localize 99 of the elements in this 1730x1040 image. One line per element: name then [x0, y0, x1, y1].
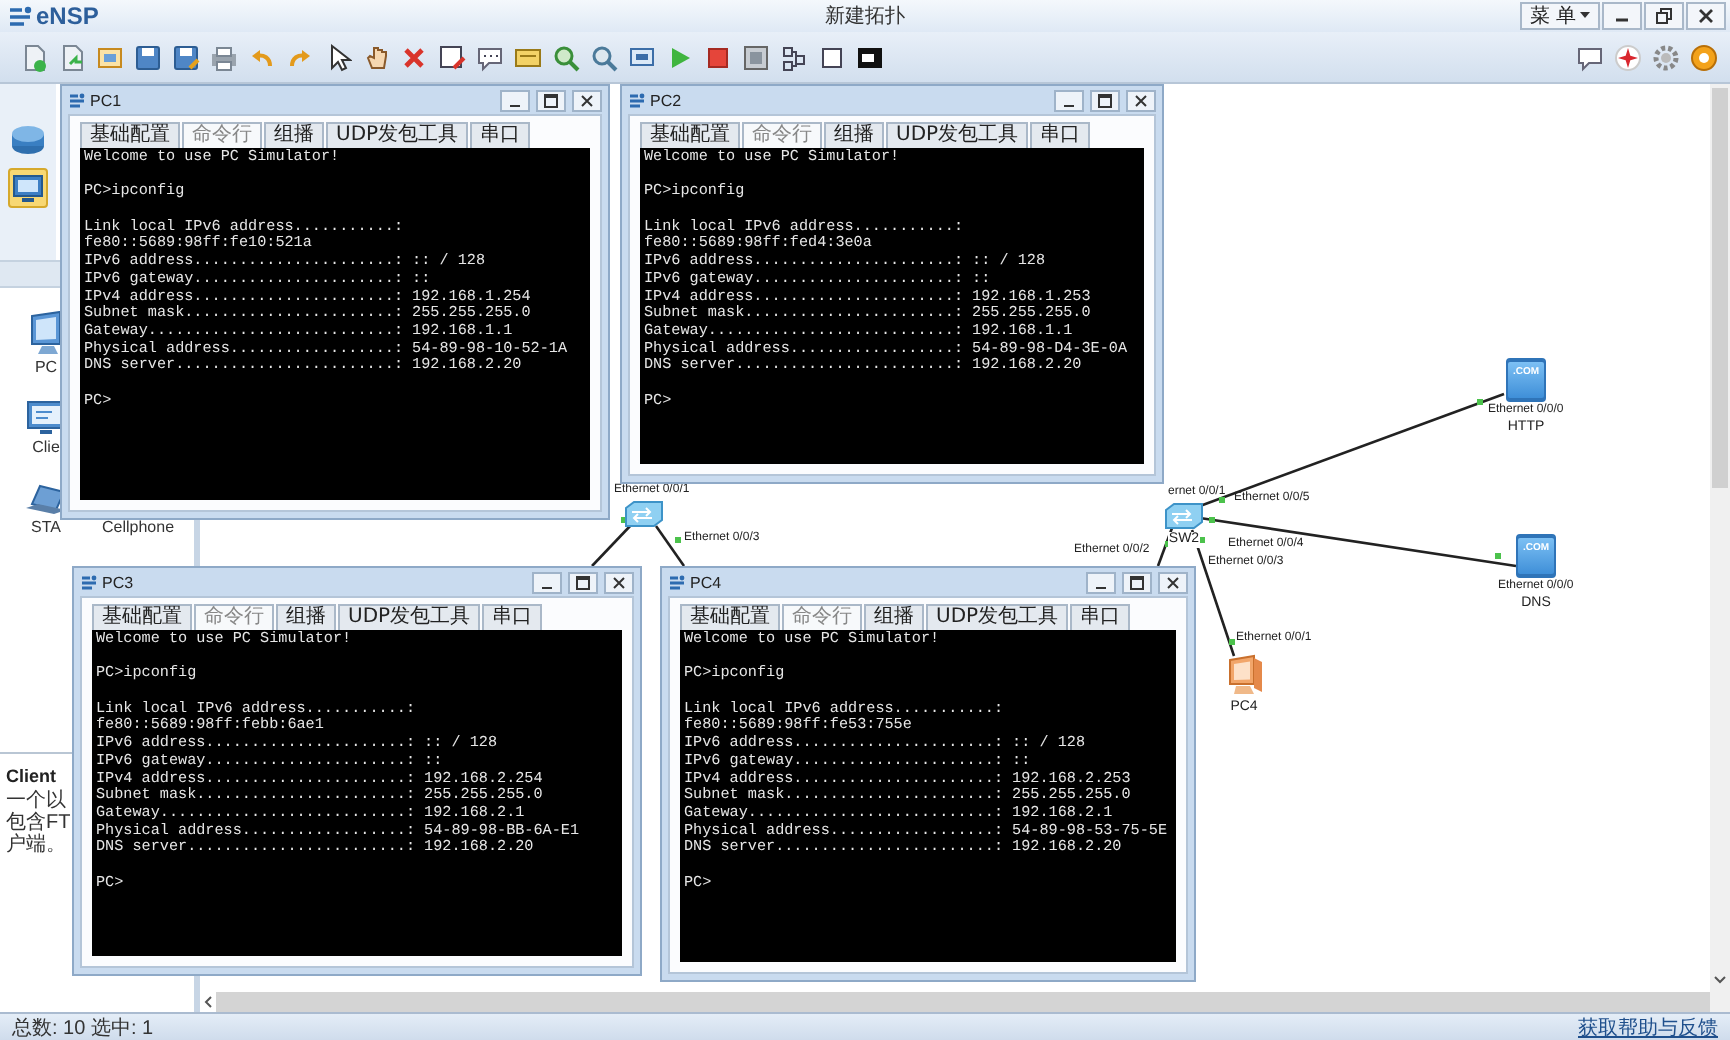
- terminal-icon[interactable]: [856, 43, 884, 71]
- maximize-icon: [1130, 575, 1144, 589]
- device-label: Cellphone: [101, 518, 175, 536]
- window-title: PC3: [102, 573, 134, 591]
- computer-icon[interactable]: [1224, 654, 1264, 698]
- tab[interactable]: UDP发包工具: [886, 122, 1029, 148]
- maximize-button[interactable]: [536, 89, 566, 111]
- tab[interactable]: 基础配置: [680, 604, 780, 630]
- tab[interactable]: UDP发包工具: [338, 604, 481, 630]
- tab[interactable]: 组播: [264, 122, 324, 148]
- tab[interactable]: 基础配置: [92, 604, 192, 630]
- logo-icon: [8, 5, 32, 27]
- help-icon[interactable]: [1690, 43, 1718, 71]
- screen-icon[interactable]: [742, 43, 770, 71]
- switch-icon[interactable]: [624, 500, 664, 528]
- menu-button[interactable]: 菜 单: [1520, 2, 1600, 30]
- topology-icon[interactable]: [780, 43, 808, 71]
- restore-button[interactable]: [1644, 2, 1684, 30]
- maximize-icon: [576, 575, 590, 589]
- maximize-button[interactable]: [568, 571, 598, 593]
- minimize-button[interactable]: [500, 89, 530, 111]
- link-line: [591, 523, 633, 567]
- tab[interactable]: 组播: [824, 122, 884, 148]
- document-icon[interactable]: [58, 43, 86, 71]
- device-label: STA: [31, 518, 61, 536]
- close-icon: [612, 575, 626, 589]
- stop-icon[interactable]: [704, 43, 732, 71]
- close-icon: [1698, 8, 1714, 24]
- category-button[interactable]: [8, 168, 48, 208]
- help-link[interactable]: 获取帮助与反馈: [1578, 1013, 1718, 1040]
- document-plus-icon[interactable]: [20, 43, 48, 71]
- delete-icon[interactable]: [400, 43, 428, 71]
- tab[interactable]: 组播: [276, 604, 336, 630]
- category-button[interactable]: [8, 120, 48, 160]
- device-label: Clie: [32, 438, 60, 456]
- hand-icon[interactable]: [362, 43, 390, 71]
- minimize-button[interactable]: [1602, 2, 1642, 30]
- close-button[interactable]: [604, 571, 634, 593]
- chat-icon[interactable]: [1576, 43, 1604, 71]
- horizontal-scrollbar[interactable]: [200, 992, 1710, 1012]
- router-icon: [10, 124, 46, 156]
- description-text: 一个以: [6, 792, 66, 812]
- status-summary: 总数: 10 选中: 1: [12, 1015, 154, 1040]
- zoom-out-icon[interactable]: [590, 43, 618, 71]
- minimize-button[interactable]: [1086, 571, 1116, 593]
- close-icon: [580, 93, 594, 107]
- save-icon[interactable]: [134, 43, 162, 71]
- monitor-icon[interactable]: [628, 43, 656, 71]
- monitor-icon: [12, 173, 44, 203]
- zoom-in-icon[interactable]: [552, 43, 580, 71]
- vertical-scrollbar[interactable]: [1710, 84, 1730, 1012]
- scroll-down-icon[interactable]: [1714, 976, 1726, 984]
- switch-icon[interactable]: [1164, 502, 1204, 530]
- description-text: 户端。: [6, 836, 66, 856]
- tab[interactable]: 串口: [1030, 122, 1091, 148]
- tab[interactable]: UDP发包工具: [326, 122, 469, 148]
- description-title: Client: [6, 766, 57, 786]
- maximize-button[interactable]: [1122, 571, 1152, 593]
- minimize-button[interactable]: [1054, 89, 1084, 111]
- network-icon: [628, 91, 646, 109]
- close-button[interactable]: [572, 89, 602, 111]
- maximize-icon: [1098, 93, 1112, 107]
- close-icon: [1166, 575, 1180, 589]
- maximize-button[interactable]: [1090, 89, 1120, 111]
- printer-icon[interactable]: [210, 43, 238, 71]
- tab[interactable]: 基础配置: [640, 122, 740, 148]
- link-line: [654, 525, 686, 567]
- window-title: 新建拓扑: [825, 3, 905, 30]
- tab[interactable]: UDP发包工具: [926, 604, 1069, 630]
- maximize-icon: [544, 93, 558, 107]
- close-button[interactable]: [1686, 2, 1726, 30]
- device-label: PC: [34, 358, 58, 376]
- floppy-icon[interactable]: [172, 43, 200, 71]
- tab[interactable]: 串口: [470, 122, 531, 148]
- minimize-button[interactable]: [532, 571, 562, 593]
- gear-icon[interactable]: [1652, 43, 1680, 71]
- tab[interactable]: 串口: [482, 604, 543, 630]
- edit-icon[interactable]: [438, 43, 466, 71]
- network-icon: [80, 573, 98, 591]
- scrollbar-thumb[interactable]: [1712, 88, 1728, 488]
- scroll-left-button[interactable]: [200, 992, 216, 1012]
- note-icon[interactable]: [514, 43, 542, 71]
- window-title: PC2: [650, 91, 682, 109]
- description-text: 包含FT: [6, 814, 71, 834]
- caret-icon: [1580, 12, 1590, 20]
- square-icon[interactable]: [818, 43, 846, 71]
- close-button[interactable]: [1158, 571, 1188, 593]
- tab[interactable]: 基础配置: [80, 122, 180, 148]
- comment-icon[interactable]: [476, 43, 504, 71]
- window-title: PC4: [690, 573, 722, 591]
- close-icon: [1134, 93, 1148, 107]
- app-name: eNSP: [36, 2, 99, 30]
- tab[interactable]: 组播: [864, 604, 924, 630]
- tab[interactable]: 串口: [1070, 604, 1131, 630]
- window-title: PC1: [90, 91, 122, 109]
- network-icon: [68, 91, 86, 109]
- restore-icon: [1656, 8, 1672, 24]
- network-icon: [668, 573, 686, 591]
- close-button[interactable]: [1126, 89, 1156, 111]
